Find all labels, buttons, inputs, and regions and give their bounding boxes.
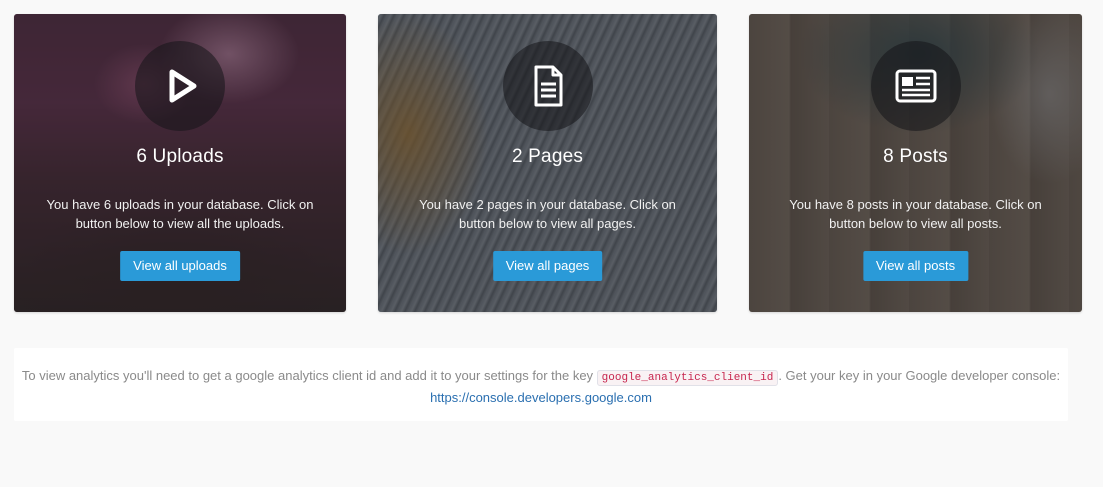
analytics-key-code: google_analytics_client_id xyxy=(596,370,779,386)
play-icon xyxy=(135,41,225,131)
posts-title: 8 Posts xyxy=(883,146,948,167)
view-all-pages-button[interactable]: View all pages xyxy=(492,251,603,281)
pages-card: 2 Pages You have 2 pages in your databas… xyxy=(378,14,717,312)
posts-description: You have 8 posts in your database. Click… xyxy=(789,197,1042,231)
developer-console-link[interactable]: https://console.developers.google.com xyxy=(430,390,652,405)
uploads-card: 6 Uploads You have 6 uploads in your dat… xyxy=(14,14,346,312)
view-all-posts-button[interactable]: View all posts xyxy=(862,251,969,281)
document-icon xyxy=(502,41,593,131)
posts-card: 8 Posts You have 8 posts in your databas… xyxy=(749,14,1082,312)
view-all-uploads-button[interactable]: View all uploads xyxy=(120,251,240,281)
uploads-description: You have 6 uploads in your database. Cli… xyxy=(46,197,314,231)
pages-description: You have 2 pages in your database. Click… xyxy=(419,197,676,231)
uploads-title: 6 Uploads xyxy=(136,146,224,167)
analytics-notice: To view analytics you'll need to get a g… xyxy=(14,348,1068,421)
newspaper-icon xyxy=(870,41,961,131)
notice-text-before: To view analytics you'll need to get a g… xyxy=(21,368,597,383)
notice-text-after: . Get your key in your Google developer … xyxy=(778,368,1061,383)
pages-title: 2 Pages xyxy=(511,146,584,167)
